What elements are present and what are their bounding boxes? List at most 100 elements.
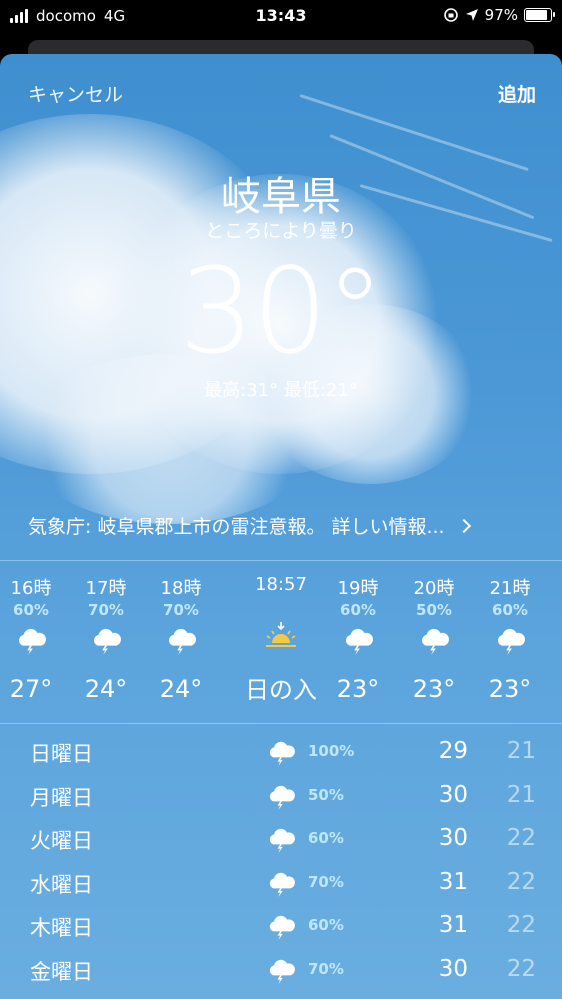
day-icon <box>266 871 296 901</box>
add-button[interactable]: 追加 <box>498 80 536 107</box>
day-low: 22 <box>506 868 536 895</box>
hour-temp: 24° <box>159 675 203 703</box>
hourly-item: 17時 70% 24° <box>75 574 137 703</box>
day-high: 30 <box>438 955 468 982</box>
day-name: 月曜日 <box>30 785 93 810</box>
hour-temp: 23° <box>488 675 532 703</box>
thunderstorm-icon <box>497 628 525 655</box>
divider <box>0 723 562 724</box>
hour-icon <box>238 616 324 656</box>
day-name: 金曜日 <box>30 959 93 984</box>
day-low: 22 <box>506 825 536 851</box>
high-low-text: 最高:31° 最低:21° <box>204 380 358 401</box>
hourly-item: 19時 60% 23° <box>327 574 389 703</box>
hour-icon <box>75 621 137 661</box>
day-name: 木曜日 <box>30 916 93 940</box>
thunderstorm-icon <box>269 785 295 810</box>
thunderstorm-icon <box>18 628 46 655</box>
day-precip: 60% <box>308 829 344 847</box>
day-high: 29 <box>438 738 468 764</box>
daily-row: 木曜日 60% 31 22 <box>0 908 562 948</box>
day-icon <box>266 958 296 988</box>
day-icon <box>266 827 296 857</box>
hourly-item: 16時 60% 27° <box>0 574 62 703</box>
chevron-right-icon <box>456 518 471 533</box>
hourly-item: 20時 50% 23° <box>403 574 465 703</box>
day-low: 22 <box>506 912 536 938</box>
thunderstorm-icon <box>269 959 295 984</box>
thunderstorm-icon <box>345 628 373 655</box>
thunderstorm-icon <box>93 628 121 655</box>
condition-text: ところにより曇り <box>205 220 357 242</box>
battery-fill <box>526 10 548 20</box>
cloud-streak <box>299 94 529 172</box>
day-low: 21 <box>506 781 536 808</box>
day-precip: 70% <box>308 872 344 891</box>
hour-precip: 70% <box>88 601 124 619</box>
hourly-item: 18時 70% 24° <box>150 574 212 703</box>
day-precip: 100% <box>308 742 355 760</box>
day-low: 22 <box>506 955 536 982</box>
hour-precip: 60% <box>340 601 376 619</box>
hour-precip: 60% <box>492 601 528 619</box>
daily-row: 日曜日 100% 29 21 <box>0 734 562 774</box>
hour-icon <box>0 621 62 661</box>
hour-icon <box>150 621 212 661</box>
hour-temp: 23° <box>336 675 380 703</box>
thunderstorm-icon <box>269 872 295 897</box>
day-precip: 60% <box>308 916 344 934</box>
weather-alert-link[interactable]: 気象庁: 岐阜県郡上市の雷注意報。 詳しい情報... <box>28 512 471 539</box>
divider <box>0 560 562 561</box>
thunderstorm-icon <box>168 628 196 655</box>
day-high: 31 <box>438 868 468 895</box>
current-temperature: 30° <box>179 242 384 380</box>
status-right: 97% <box>443 6 555 24</box>
daily-row: 金曜日 70% 30 22 <box>0 952 562 992</box>
day-low: 21 <box>506 738 536 764</box>
hour-icon <box>403 621 465 661</box>
city-name: 岐阜県 <box>221 174 341 220</box>
day-name: 日曜日 <box>30 742 93 766</box>
day-high: 31 <box>438 912 468 938</box>
hour-temp: 23° <box>412 675 456 703</box>
status-bar: docomo 4G 13:43 97% <box>0 0 562 34</box>
hour-temp: 日の入 <box>245 676 317 704</box>
sunset-icon <box>266 622 296 647</box>
day-high: 30 <box>438 825 468 851</box>
hour-temp: 24° <box>84 675 128 703</box>
day-name: 水曜日 <box>30 872 93 897</box>
hour-time: 18:57 <box>255 574 307 595</box>
hour-time: 17時 <box>85 578 127 599</box>
hour-time: 20時 <box>413 578 455 599</box>
hourly-item: 21時 60% 23° <box>479 574 541 703</box>
hour-precip: 70% <box>163 601 199 619</box>
day-icon <box>266 740 296 770</box>
hour-icon <box>327 621 389 661</box>
rotation-lock-icon <box>443 8 458 22</box>
thunderstorm-icon <box>421 628 449 655</box>
hour-precip: 50% <box>416 601 452 619</box>
hour-time: 16時 <box>10 578 52 599</box>
thunderstorm-icon <box>269 828 295 853</box>
day-precip: 50% <box>308 785 344 804</box>
hour-time: 19時 <box>337 578 379 599</box>
cancel-button[interactable]: キャンセル <box>28 80 123 107</box>
hourly-item: 18:57 日の入 <box>238 574 324 705</box>
day-icon <box>266 784 296 814</box>
hour-temp: 27° <box>9 675 53 703</box>
day-icon <box>266 914 296 944</box>
weather-sheet: キャンセル 追加 岐阜県 ところにより曇り 30° 最高:31° 最低:21° … <box>0 54 562 999</box>
daily-row: 火曜日 60% 30 22 <box>0 821 562 861</box>
daily-row: 水曜日 70% 31 22 <box>0 865 562 905</box>
hour-precip: 60% <box>13 601 49 619</box>
hour-time: 18時 <box>160 578 202 599</box>
hour-icon <box>479 621 541 661</box>
day-precip: 70% <box>308 959 344 978</box>
location-arrow-icon <box>465 9 478 21</box>
hour-precip <box>238 596 324 614</box>
battery-icon <box>524 8 555 22</box>
alert-text: 気象庁: 岐阜県郡上市の雷注意報。 詳しい情報... <box>28 516 445 538</box>
daily-row: 月曜日 50% 30 21 <box>0 778 562 818</box>
day-name: 火曜日 <box>30 829 93 853</box>
thunderstorm-icon <box>269 915 295 940</box>
